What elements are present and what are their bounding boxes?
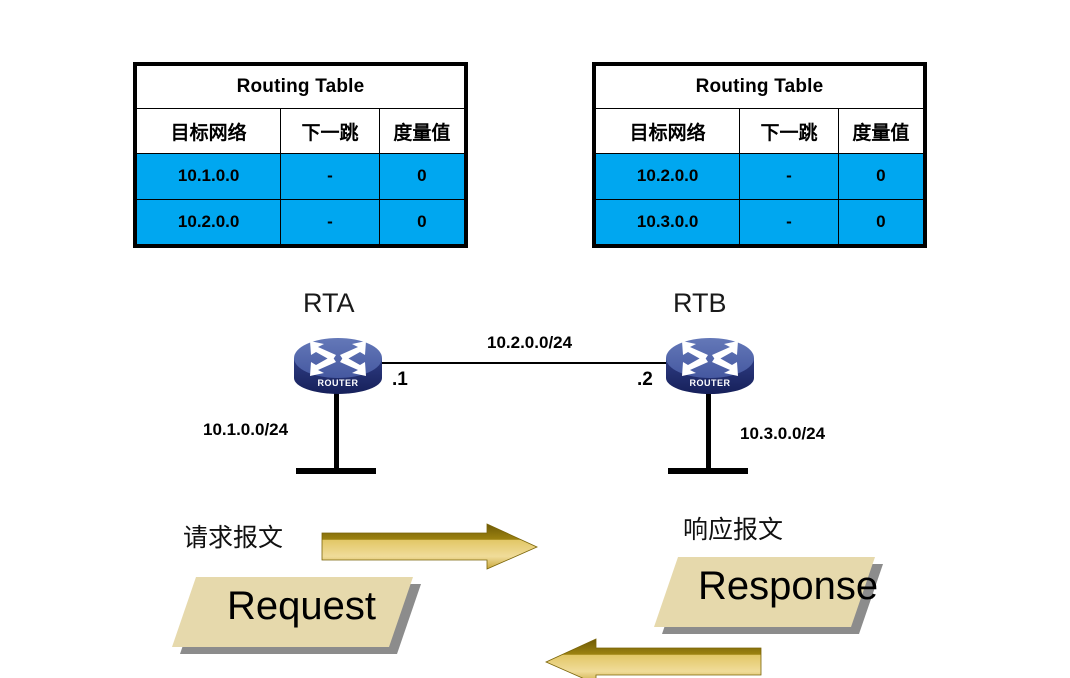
routing-table-title: Routing Table (136, 65, 465, 109)
cell-metric: 0 (378, 198, 466, 246)
diagram-canvas: Routing Table 目标网络 下一跳 度量值 10.1.0.0 - 0 … (0, 0, 1070, 678)
response-packet-label: Response (698, 564, 879, 608)
table-row: 10.2.0.0 - 0 (135, 198, 466, 246)
table-row: 10.2.0.0 - 0 (594, 153, 925, 200)
lan-segment-rta (296, 468, 376, 474)
rta-routing-table: Routing Table 目标网络 下一跳 度量值 10.1.0.0 - 0 … (133, 62, 468, 248)
cell-nexthop: - (280, 198, 380, 246)
cell-metric: 0 (837, 198, 925, 246)
lan-segment-rtb (668, 468, 748, 474)
lan-stub-rta-vertical (334, 388, 339, 473)
column-header-metric: 度量值 (837, 107, 925, 155)
interface-label-rtb: .2 (637, 369, 653, 390)
router-icon-rtb: ROUTER (666, 338, 754, 394)
cell-nexthop: - (739, 153, 839, 200)
column-header-nexthop: 下一跳 (739, 107, 839, 155)
lan-label-rtb: 10.3.0.0/24 (740, 424, 826, 443)
cell-metric: 0 (837, 153, 925, 200)
table-row: 10.3.0.0 - 0 (594, 198, 925, 246)
column-header-metric: 度量值 (378, 107, 466, 155)
rtb-routing-table: Routing Table 目标网络 下一跳 度量值 10.2.0.0 - 0 … (592, 62, 927, 248)
router-icon-rta: ROUTER (294, 338, 382, 394)
router-label-rtb: RTB (673, 288, 727, 318)
link-rta-rtb (378, 362, 670, 364)
request-arrow-icon (321, 523, 538, 570)
router-label-rta: RTA (303, 288, 355, 318)
cell-destination: 10.3.0.0 (594, 198, 741, 246)
svg-text:ROUTER: ROUTER (690, 378, 731, 388)
routing-table-title: Routing Table (595, 65, 924, 109)
column-header-destination: 目标网络 (135, 107, 282, 155)
table-row: 10.1.0.0 - 0 (135, 153, 466, 200)
cell-destination: 10.1.0.0 (135, 153, 282, 200)
cell-nexthop: - (739, 198, 839, 246)
cell-destination: 10.2.0.0 (594, 153, 741, 200)
cell-nexthop: - (280, 153, 380, 200)
response-message-caption: 响应报文 (683, 515, 784, 544)
link-label-10-2-0-0: 10.2.0.0/24 (487, 333, 573, 352)
column-header-destination: 目标网络 (594, 107, 741, 155)
request-packet-label: Request (227, 584, 376, 628)
column-header-nexthop: 下一跳 (280, 107, 380, 155)
lan-label-rta: 10.1.0.0/24 (203, 420, 289, 439)
interface-label-rta: .1 (392, 369, 408, 390)
cell-metric: 0 (378, 153, 466, 200)
cell-destination: 10.2.0.0 (135, 198, 282, 246)
svg-text:ROUTER: ROUTER (318, 378, 359, 388)
lan-stub-rtb-vertical (706, 388, 711, 473)
response-arrow-icon (545, 638, 762, 678)
request-message-caption: 请求报文 (183, 523, 284, 552)
